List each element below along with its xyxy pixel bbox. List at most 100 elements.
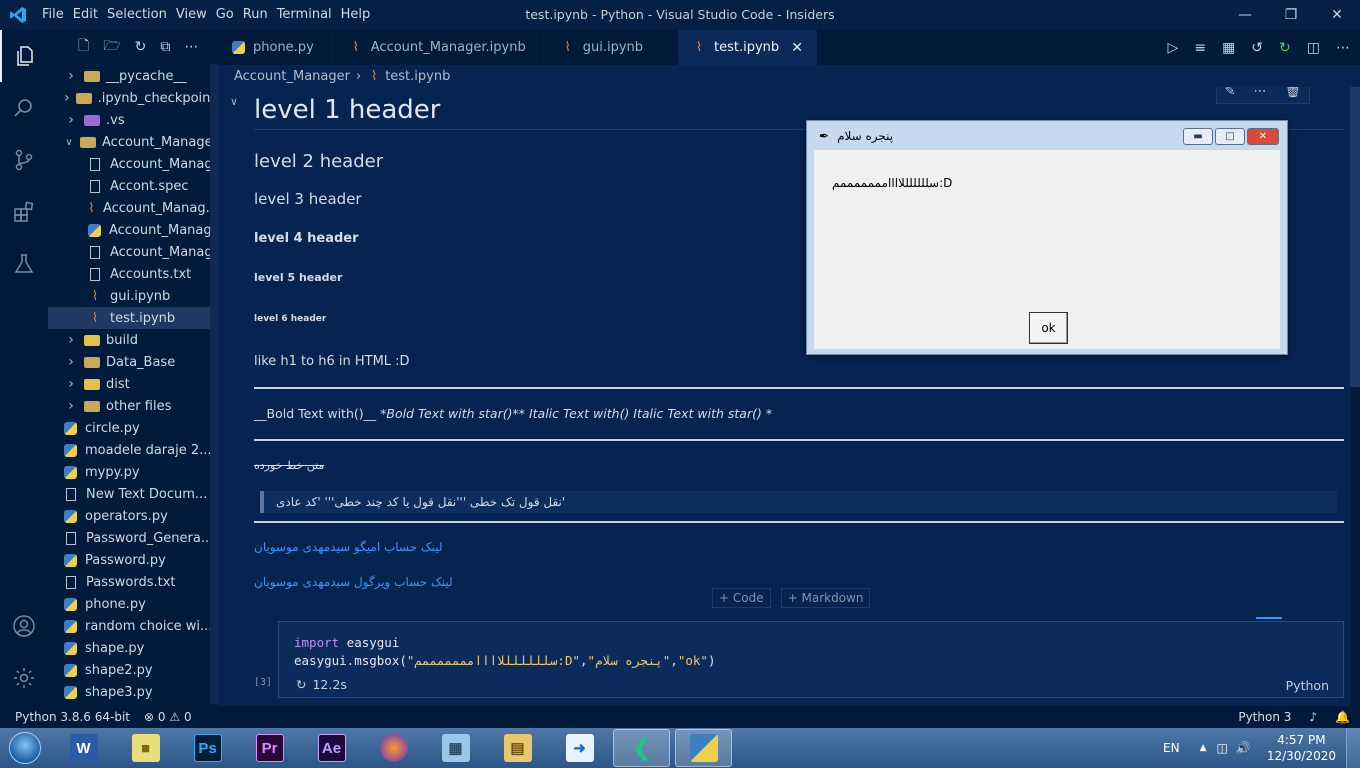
cell-language[interactable]: Python (1286, 678, 1329, 693)
dialog-close-icon[interactable]: ✕ (1247, 128, 1279, 145)
network-icon[interactable]: ◫ (1217, 741, 1228, 755)
sidebar-scrollbar[interactable] (210, 64, 218, 704)
add-markdown-cell-button[interactable]: + Markdown (780, 588, 871, 608)
collapse-all-icon[interactable]: ⧉ (160, 39, 170, 55)
code-cell[interactable]: import easygui easygui.msgbox("سلللللللا… (278, 621, 1344, 698)
add-code-cell-button[interactable]: + Code (712, 588, 771, 608)
menu-file[interactable]: File (36, 0, 73, 30)
tree-file[interactable]: Account_Manager... (48, 153, 218, 175)
tree-file[interactable]: ⌇ gui.ipynb (48, 285, 218, 307)
taskbar-photoshop[interactable]: Ps (179, 729, 236, 767)
taskbar-remote-app[interactable]: ➜ (551, 729, 608, 767)
restore-icon[interactable]: ❐ (1268, 0, 1314, 30)
taskbar-control-panel[interactable]: ▦ (427, 729, 484, 767)
tree-file[interactable]: operators.py (48, 505, 218, 527)
menu-terminal[interactable]: Terminal (277, 0, 341, 30)
split-editor-icon[interactable]: ◫ (1307, 40, 1320, 56)
tree-file[interactable]: shape2.py (48, 659, 218, 681)
refresh-icon[interactable]: ↻ (135, 39, 147, 55)
tree-file[interactable]: Accont.spec (48, 175, 218, 197)
taskbar-explorer[interactable]: ▤ (489, 729, 546, 767)
link-virgool[interactable]: لینک حساب ویرگول سیدمهدی موسویان (254, 575, 453, 589)
more-actions-icon[interactable]: ⋯ (184, 39, 198, 55)
run-all-icon[interactable]: ▷ (1168, 40, 1179, 56)
tree-folder[interactable]: › __pycache__ (48, 65, 218, 87)
search-icon[interactable] (0, 82, 48, 134)
tree-folder[interactable]: › dist (48, 373, 218, 395)
python-interpreter[interactable]: Python 3.8.6 64-bit (15, 710, 130, 724)
tree-folder[interactable]: › .vs (48, 109, 218, 131)
taskbar-word[interactable]: W (55, 729, 112, 767)
tab-account-manager-ipynb[interactable]: ⌇ Account_Manager.ipynb (329, 30, 541, 65)
new-file-icon[interactable]: 🗋 (78, 35, 89, 59)
restart-kernel-icon[interactable]: ↻ (1279, 40, 1291, 56)
taskbar-vscode-insiders[interactable]: ❮ (613, 729, 670, 767)
dialog-minimize-icon[interactable]: ▬ (1183, 128, 1213, 145)
tree-file[interactable]: ⌇ test.ipynb (48, 307, 218, 329)
tree-file[interactable]: Passwords.txt (48, 571, 218, 593)
tree-file[interactable]: Account_Manag... (48, 241, 218, 263)
tree-file[interactable]: Password_Genera... (48, 527, 218, 549)
tab-gui-ipynb[interactable]: ⌇ gui.ipynb (541, 30, 679, 65)
tree-file[interactable]: circle.py (48, 417, 218, 439)
menu-go[interactable]: Go (216, 0, 243, 30)
breadcrumb-file[interactable]: test.ipynb (385, 69, 450, 84)
extensions-icon[interactable] (0, 186, 48, 238)
new-folder-icon[interactable]: 🗁 (103, 35, 120, 59)
close-tab-icon[interactable]: ✕ (791, 40, 803, 56)
menu-selection[interactable]: Selection (107, 0, 176, 30)
taskbar-python[interactable] (675, 729, 732, 767)
close-icon[interactable]: ✕ (1314, 0, 1360, 30)
volume-icon[interactable]: 🔊 (1236, 741, 1251, 755)
taskbar-after-effects[interactable]: Ae (303, 729, 360, 767)
ok-button[interactable]: ok (1029, 312, 1068, 344)
taskbar-sticky-notes[interactable]: ■ (117, 729, 174, 767)
menu-view[interactable]: View (176, 0, 216, 30)
source-control-icon[interactable] (0, 134, 48, 186)
menu-run[interactable]: Run (243, 0, 277, 30)
menu-edit[interactable]: Edit (73, 0, 107, 30)
kernel-indicator[interactable]: Python 3 (1238, 710, 1291, 724)
account-icon[interactable] (0, 600, 48, 652)
tree-file[interactable]: phone.py (48, 593, 218, 615)
tree-folder[interactable]: › other files (48, 395, 218, 417)
tree-folder[interactable]: › .ipynb_checkpoints (48, 87, 218, 109)
more-icon[interactable]: ⋯ (1253, 87, 1266, 99)
tree-file[interactable]: Accounts.txt (48, 263, 218, 285)
tree-file[interactable]: random choice wi... (48, 615, 218, 637)
tree-file[interactable]: mypy.py (48, 461, 218, 483)
menu-help[interactable]: Help (341, 0, 380, 30)
tree-folder[interactable]: ∨ Account_Manager (48, 131, 218, 153)
clear-outputs-icon[interactable]: ≡ (1194, 40, 1206, 56)
tree-folder[interactable]: › Data_Base (48, 351, 218, 373)
language-indicator[interactable]: EN (1163, 741, 1180, 755)
history-icon[interactable]: ↺ (1251, 40, 1263, 56)
tab-test-ipynb[interactable]: ⌇ test.ipynb ✕ (678, 30, 818, 65)
tree-folder[interactable]: › build (48, 329, 218, 351)
edit-pencil-icon[interactable]: ✎ (1225, 87, 1236, 99)
tree-file[interactable]: shape3.py (48, 681, 218, 703)
code-editor[interactable]: import easygui easygui.msgbox("سلللللللا… (294, 634, 716, 670)
delete-icon[interactable]: 🗑 (1284, 87, 1301, 99)
tree-file[interactable]: shape.py (48, 637, 218, 659)
start-button[interactable] (0, 728, 50, 768)
tree-file[interactable]: Password.py (48, 549, 218, 571)
more-actions-icon[interactable]: ⋯ (1336, 40, 1350, 56)
explorer-icon[interactable] (0, 30, 48, 82)
minimize-icon[interactable]: — (1222, 0, 1268, 30)
settings-gear-icon[interactable] (0, 652, 48, 704)
taskbar-premiere[interactable]: Pr (241, 729, 298, 767)
testing-flask-icon[interactable] (0, 238, 48, 290)
tab-phone-py[interactable]: phone.py (218, 30, 329, 65)
live-share-icon[interactable]: ♪ (1309, 710, 1317, 724)
tray-expand-icon[interactable]: ▲ (1200, 743, 1207, 753)
tree-file[interactable]: moadele daraje 2.... (48, 439, 218, 461)
editor-scrollbar[interactable] (1350, 87, 1360, 387)
collapse-chevron-icon[interactable]: ∨ (230, 95, 238, 108)
show-desktop-button[interactable] (1346, 728, 1360, 768)
tree-file[interactable]: Account_Manag... (48, 219, 218, 241)
tree-file[interactable]: New Text Docum... (48, 483, 218, 505)
link-amigo[interactable]: لینک حساب امیگو سیدمهدی موسویان (254, 540, 443, 554)
taskbar-firefox[interactable] (365, 729, 422, 767)
breadcrumb-folder[interactable]: Account_Manager (234, 69, 350, 84)
